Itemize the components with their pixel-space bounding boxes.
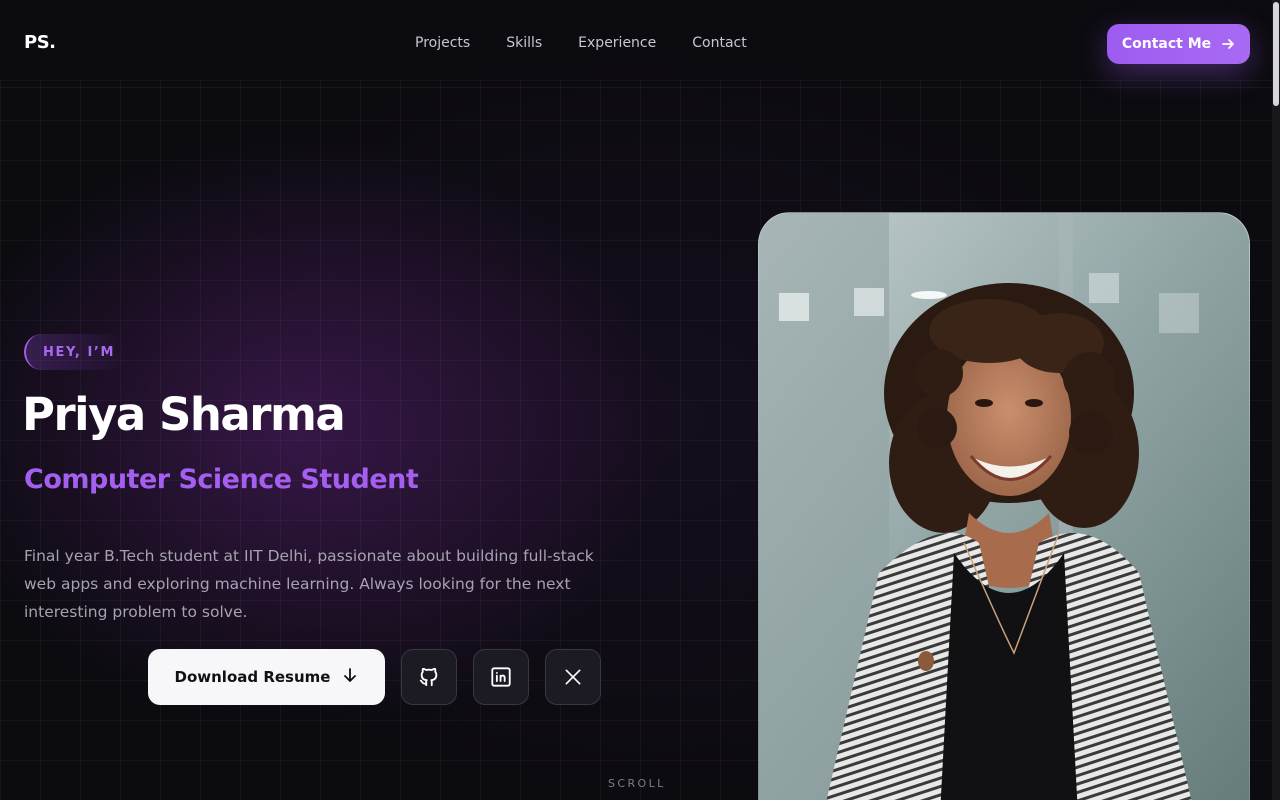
portrait-photo (758, 212, 1250, 800)
scroll-indicator[interactable]: SCROLL (608, 777, 666, 790)
contact-me-button[interactable]: Contact Me (1107, 24, 1250, 64)
nav-item-projects[interactable]: Projects (415, 35, 470, 51)
hero-role: Computer Science Student (24, 464, 419, 495)
download-resume-button[interactable]: Download Resume (148, 649, 385, 705)
site-logo[interactable]: PS. (24, 32, 56, 53)
page-scrollbar[interactable] (1272, 0, 1280, 800)
download-resume-label: Download Resume (174, 668, 331, 686)
scrollbar-thumb[interactable] (1273, 2, 1279, 106)
nav-item-skills[interactable]: Skills (506, 35, 542, 51)
github-icon (418, 666, 440, 688)
hero-actions: Download Resume (148, 649, 601, 705)
site-header: PS. Projects Skills Experience Contact C… (0, 0, 1280, 88)
github-button[interactable] (401, 649, 457, 705)
portfolio-page: PS. Projects Skills Experience Contact C… (0, 0, 1280, 800)
linkedin-button[interactable] (473, 649, 529, 705)
intro-badge-label: HEY, I’M (43, 344, 115, 360)
hero-bio: Final year B.Tech student at IIT Delhi, … (24, 547, 594, 621)
main-nav: Projects Skills Experience Contact (415, 35, 747, 51)
arrow-right-icon (1221, 37, 1235, 51)
contact-me-label: Contact Me (1121, 36, 1212, 52)
nav-item-contact[interactable]: Contact (692, 35, 746, 51)
hero-name: Priya Sharma (22, 388, 346, 441)
intro-badge: HEY, I’M (24, 334, 127, 370)
linkedin-icon (490, 666, 512, 688)
arrow-down-icon (342, 667, 358, 687)
x-icon (563, 667, 583, 687)
x-button[interactable] (545, 649, 601, 705)
nav-item-experience[interactable]: Experience (578, 35, 656, 51)
